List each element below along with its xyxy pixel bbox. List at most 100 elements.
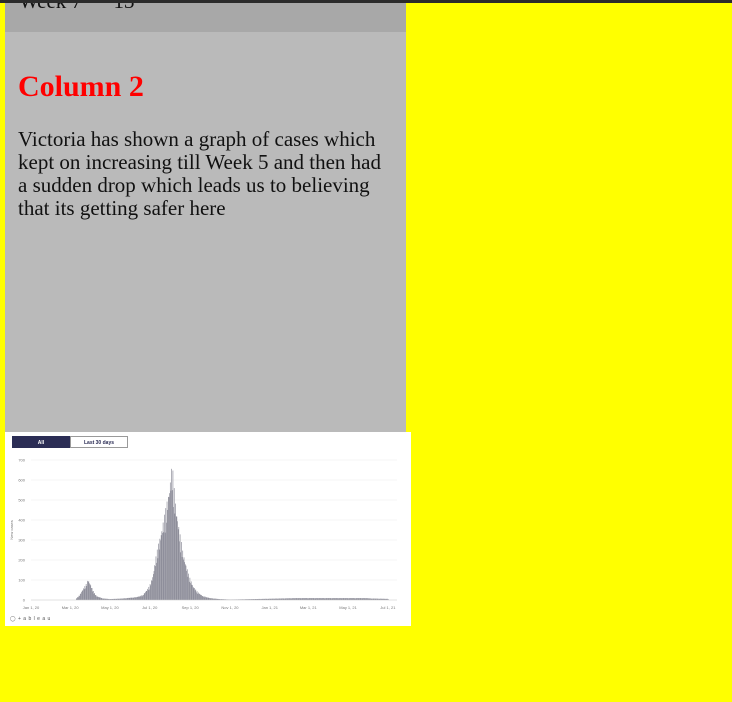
cases-bar — [138, 596, 140, 600]
y-tick-label: 300 — [18, 538, 25, 543]
cases-bar — [145, 590, 147, 600]
cases-bar — [134, 597, 135, 600]
cases-bar — [188, 573, 189, 600]
cases-bar — [163, 532, 165, 600]
cases-bar — [177, 521, 178, 600]
cases-bar — [149, 584, 151, 600]
cases-bar — [137, 596, 139, 600]
cases-bar — [143, 593, 145, 600]
tableau-circle-icon: ◯ — [10, 616, 17, 622]
cases-bar — [142, 595, 144, 600]
cases-bar — [188, 581, 190, 600]
cases-bar — [96, 596, 98, 600]
cases-bar — [91, 588, 93, 600]
cases-bar — [128, 597, 129, 600]
cases-bar — [184, 564, 186, 600]
cases-bar — [81, 591, 82, 600]
cases-bar — [177, 529, 179, 600]
cases-bar — [93, 593, 95, 600]
cases-bar — [98, 597, 99, 600]
cases-bar — [181, 542, 182, 600]
x-tick-label: Jul 1, 20 — [142, 605, 158, 610]
cases-bar — [141, 595, 142, 600]
y-axis-label: New cases — [9, 520, 14, 540]
cases-bar — [153, 571, 155, 600]
cases-bar — [167, 509, 169, 600]
cases-bar — [205, 597, 207, 600]
tableau-logo[interactable]: ◯ + a b l e a u — [10, 616, 51, 622]
cases-bar — [95, 595, 97, 600]
cases-bar — [189, 577, 191, 600]
cases-bar — [173, 507, 174, 600]
cases-bar — [158, 543, 159, 600]
y-tick-label: 700 — [18, 458, 25, 463]
cases-bar — [160, 540, 161, 600]
cases-bar — [194, 590, 196, 600]
cases-bar — [85, 588, 86, 600]
cases-bar — [168, 497, 170, 600]
cases-bar — [171, 490, 173, 600]
x-tick-label: Jan 1, 21 — [262, 605, 279, 610]
cases-bar — [100, 597, 101, 600]
cases-bar — [190, 581, 192, 600]
cases-bar — [175, 503, 176, 600]
cases-bar — [194, 588, 195, 600]
cases-bar — [192, 585, 193, 600]
cases-bar — [198, 594, 200, 600]
cases-bar — [82, 590, 84, 600]
y-tick-label: 400 — [18, 518, 25, 523]
cases-bar — [165, 508, 167, 600]
column-text: Victoria has shown a graph of cases whic… — [18, 127, 381, 220]
chart-widget: 0 100 200 300 400 500 600 700 New cases Jan 1, 20… — [5, 432, 411, 626]
cases-bar — [90, 585, 92, 600]
cases-bar — [129, 597, 131, 600]
cases-bar — [179, 541, 180, 600]
cases-bar — [199, 594, 201, 600]
cases-bar — [180, 552, 182, 600]
cases-bar — [88, 581, 90, 600]
cases-bar — [203, 596, 205, 600]
cases-bar — [150, 585, 152, 600]
cases-bar — [89, 584, 91, 600]
cases-bar — [137, 596, 139, 600]
cases-bar — [77, 597, 79, 600]
cases-bar — [162, 533, 163, 600]
cases-bar — [166, 522, 167, 600]
cases-bar — [87, 580, 88, 600]
cases-bar — [156, 549, 158, 600]
cases-bar — [201, 596, 203, 600]
cases-bar — [153, 574, 154, 600]
cases-bar — [79, 593, 81, 600]
cases-bar — [139, 595, 141, 600]
cases-bar — [143, 594, 144, 600]
cases-bar — [196, 591, 198, 600]
cases-bar — [99, 597, 101, 600]
y-tick-label: 0 — [23, 598, 26, 603]
cases-bar — [159, 538, 161, 600]
cases-bar — [87, 582, 89, 600]
cases-bar — [128, 597, 130, 600]
cases-bar — [171, 468, 172, 600]
cases-bar — [135, 597, 137, 600]
cases-bar — [182, 550, 184, 600]
cases-bar — [144, 593, 146, 600]
tab-all[interactable]: All — [12, 436, 70, 448]
chart-tabs: All Last 30 days — [12, 436, 128, 448]
cases-bar — [83, 589, 85, 600]
cases-bar — [183, 557, 185, 600]
cases-bar — [126, 597, 128, 600]
cases-bar — [208, 597, 210, 600]
cases-bar — [193, 588, 195, 600]
cases-bar — [151, 580, 152, 600]
cases-bar — [78, 595, 80, 600]
cases-bar — [77, 597, 79, 600]
cases-bar — [156, 562, 157, 600]
previous-column: Week 7 13 — [5, 3, 406, 32]
tab-last-30-days[interactable]: Last 30 days — [70, 436, 128, 448]
cases-bar — [96, 596, 97, 600]
cases-bar — [149, 589, 150, 600]
cases-bar — [199, 593, 201, 600]
cases-bar — [132, 597, 133, 600]
cases-bar — [164, 532, 166, 600]
y-tick-label: 600 — [18, 478, 25, 483]
